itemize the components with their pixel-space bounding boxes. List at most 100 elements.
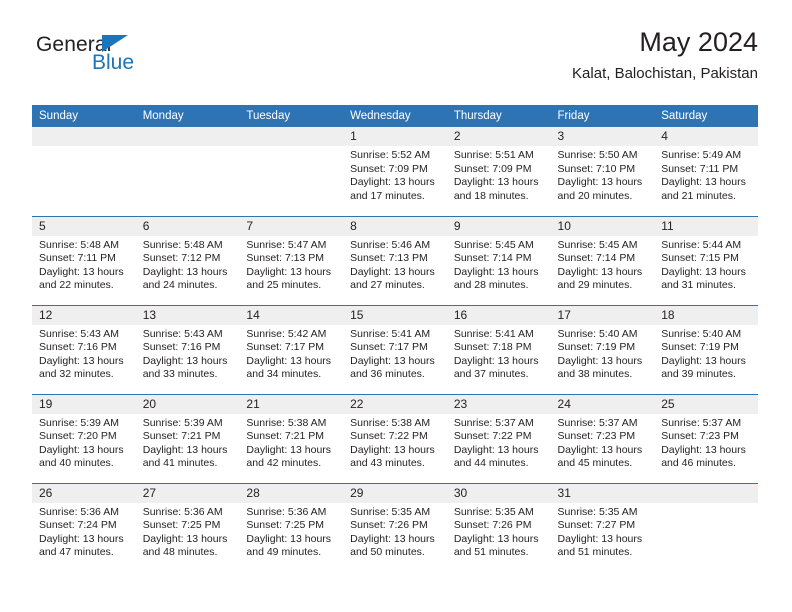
day-cell-inner: 20 Sunrise: 5:39 AM Sunset: 7:21 PM Dayligh… [135,394,240,483]
calendar-day-cell[interactable]: 19 Sunrise: 5:39 AM Sunset: 7:20 PM Dayligh… [32,393,136,483]
calendar-day-cell[interactable]: 25 Sunrise: 5:37 AM Sunset: 7:23 PM Dayligh… [654,393,758,483]
calendar-week-row: 26 Sunrise: 5:36 AM Sunset: 7:24 PM Dayligh… [32,482,758,573]
day-number: 5 [32,216,136,236]
weekday-header-monday: Monday [135,105,240,127]
daylight-text-line1: Daylight: 13 hours [350,443,435,456]
daylight-text-line2: and 31 minutes. [661,279,736,292]
daylight-text-line1: Daylight: 13 hours [453,265,539,278]
general-blue-logo[interactable]: General Blue [32,34,252,90]
calendar-day-cell[interactable]: 18 Sunrise: 5:40 AM Sunset: 7:19 PM Dayligh… [654,304,758,394]
calendar-day-cell-empty [32,127,136,216]
day-number: 23 [446,394,551,414]
day-cell-inner: 10 Sunrise: 5:45 AM Sunset: 7:14 PM Dayligh… [550,216,655,305]
sunset-text: Sunset: 7:16 PM [142,341,221,354]
sunset-text: Sunset: 7:27 PM [557,519,636,532]
day-cell-inner: 5 Sunrise: 5:48 AM Sunset: 7:11 PM Daylight… [32,216,136,305]
day-number: 9 [446,216,551,236]
daylight-text-line2: and 42 minutes. [246,457,322,470]
sunrise-text: Sunrise: 5:35 AM [453,505,534,518]
sunrise-text: Sunrise: 5:45 AM [453,238,534,251]
calendar-day-cell[interactable]: 12 Sunrise: 5:43 AM Sunset: 7:16 PM Dayligh… [32,304,136,394]
daylight-text-line1: Daylight: 13 hours [39,532,124,545]
calendar-day-cell[interactable]: 9 Sunrise: 5:45 AM Sunset: 7:14 PM Daylight… [446,215,551,305]
calendar-day-cell[interactable]: 24 Sunrise: 5:37 AM Sunset: 7:23 PM Dayligh… [550,393,655,483]
calendar-day-cell[interactable]: 29 Sunrise: 5:35 AM Sunset: 7:26 PM Dayligh… [343,482,447,572]
calendar-day-cell[interactable]: 8 Sunrise: 5:46 AM Sunset: 7:13 PM Daylight… [343,215,447,305]
calendar-week-row: 5 Sunrise: 5:48 AM Sunset: 7:11 PM Daylight… [32,215,758,305]
day-number: 18 [654,305,758,325]
day-details: Sunrise: 5:43 AM Sunset: 7:16 PM Daylight:… [32,325,136,382]
weekday-header-tuesday: Tuesday [239,105,344,127]
calendar-day-cell[interactable]: 2 Sunrise: 5:51 AM Sunset: 7:09 PM Daylight… [446,127,551,216]
daylight-text-line2: and 43 minutes. [350,457,425,470]
sunset-text: Sunset: 7:13 PM [246,252,325,265]
calendar-day-cell[interactable]: 14 Sunrise: 5:42 AM Sunset: 7:17 PM Dayligh… [239,304,344,394]
calendar-day-cell[interactable]: 7 Sunrise: 5:47 AM Sunset: 7:13 PM Daylight… [239,215,344,305]
sunset-text: Sunset: 7:18 PM [453,341,532,354]
calendar-day-cell[interactable]: 17 Sunrise: 5:40 AM Sunset: 7:19 PM Dayligh… [550,304,655,394]
calendar-day-cell[interactable]: 31 Sunrise: 5:35 AM Sunset: 7:27 PM Dayligh… [550,482,655,572]
daylight-text-line1: Daylight: 13 hours [661,265,746,278]
calendar-day-cell[interactable]: 22 Sunrise: 5:38 AM Sunset: 7:22 PM Dayligh… [343,393,447,483]
sunset-text: Sunset: 7:26 PM [350,519,428,532]
calendar-day-cell[interactable]: 4 Sunrise: 5:49 AM Sunset: 7:11 PM Daylight… [654,127,758,216]
day-details: Sunrise: 5:36 AM Sunset: 7:24 PM Daylight:… [32,503,136,560]
day-number: 26 [32,483,136,503]
day-details: Sunrise: 5:40 AM Sunset: 7:19 PM Daylight:… [654,325,758,382]
daylight-text-line1: Daylight: 13 hours [453,354,539,367]
weekday-header-wednesday: Wednesday [343,105,447,127]
day-details: Sunrise: 5:35 AM Sunset: 7:26 PM Daylight:… [343,503,447,560]
calendar-day-cell[interactable]: 23 Sunrise: 5:37 AM Sunset: 7:22 PM Dayligh… [446,393,551,483]
calendar-day-cell[interactable]: 27 Sunrise: 5:36 AM Sunset: 7:25 PM Dayligh… [135,482,240,572]
day-number: 12 [32,305,136,325]
day-details: Sunrise: 5:45 AM Sunset: 7:14 PM Daylight:… [551,236,655,293]
calendar-day-cell[interactable]: 28 Sunrise: 5:36 AM Sunset: 7:25 PM Dayligh… [239,482,344,572]
calendar-week-row: 19 Sunrise: 5:39 AM Sunset: 7:20 PM Dayligh… [32,393,758,483]
day-number: 6 [135,216,240,236]
calendar-day-cell[interactable]: 1 Sunrise: 5:52 AM Sunset: 7:09 PM Daylight… [343,127,447,216]
calendar-day-cell[interactable]: 6 Sunrise: 5:48 AM Sunset: 7:12 PM Daylight… [135,215,240,305]
calendar-day-cell[interactable]: 16 Sunrise: 5:41 AM Sunset: 7:18 PM Dayligh… [446,304,551,394]
day-cell-inner: 30 Sunrise: 5:35 AM Sunset: 7:26 PM Dayligh… [446,483,551,573]
day-details: Sunrise: 5:35 AM Sunset: 7:26 PM Daylight:… [447,503,551,560]
day-number [654,483,758,503]
sunset-text: Sunset: 7:22 PM [453,430,532,443]
day-number: 21 [239,394,344,414]
daylight-text-line1: Daylight: 13 hours [39,354,124,367]
day-cell-inner: 19 Sunrise: 5:39 AM Sunset: 7:20 PM Dayligh… [32,394,136,483]
calendar-day-cell[interactable]: 13 Sunrise: 5:43 AM Sunset: 7:16 PM Dayligh… [135,304,240,394]
weekday-header-saturday: Saturday [654,105,758,127]
daylight-text-line2: and 47 minutes. [39,546,114,559]
sunset-text: Sunset: 7:17 PM [350,341,428,354]
sunset-text: Sunset: 7:09 PM [350,162,428,175]
sunrise-text: Sunrise: 5:47 AM [246,238,327,251]
weekday-header-sunday: Sunday [32,105,136,127]
day-cell-inner: 7 Sunrise: 5:47 AM Sunset: 7:13 PM Daylight… [239,216,344,305]
calendar-day-cell[interactable]: 3 Sunrise: 5:50 AM Sunset: 7:10 PM Daylight… [550,127,655,216]
sunrise-text: Sunrise: 5:48 AM [39,238,119,251]
sunrise-text: Sunrise: 5:36 AM [39,505,119,518]
calendar-day-cell[interactable]: 30 Sunrise: 5:35 AM Sunset: 7:26 PM Dayligh… [446,482,551,573]
calendar-day-cell[interactable]: 26 Sunrise: 5:36 AM Sunset: 7:24 PM Dayligh… [32,482,136,572]
day-number [32,127,136,146]
sunset-text: Sunset: 7:11 PM [39,252,116,265]
sunrise-text: Sunrise: 5:36 AM [142,505,223,518]
calendar-day-cell[interactable]: 21 Sunrise: 5:38 AM Sunset: 7:21 PM Dayligh… [239,393,344,483]
daylight-text-line1: Daylight: 13 hours [246,265,332,278]
sunset-text: Sunset: 7:25 PM [142,519,221,532]
sunrise-text: Sunrise: 5:37 AM [661,416,742,429]
day-details: Sunrise: 5:48 AM Sunset: 7:11 PM Daylight:… [32,236,136,293]
calendar-day-cell[interactable]: 20 Sunrise: 5:39 AM Sunset: 7:21 PM Dayligh… [135,393,240,483]
daylight-text-line1: Daylight: 13 hours [142,265,228,278]
sunrise-text: Sunrise: 5:40 AM [557,327,638,340]
calendar-day-cell[interactable]: 10 Sunrise: 5:45 AM Sunset: 7:14 PM Dayligh… [550,215,655,305]
calendar-day-cell[interactable]: 11 Sunrise: 5:44 AM Sunset: 7:15 PM Dayligh… [654,215,758,305]
calendar-day-cell[interactable]: 15 Sunrise: 5:41 AM Sunset: 7:17 PM Dayligh… [343,304,447,394]
calendar-day-cell[interactable]: 5 Sunrise: 5:48 AM Sunset: 7:11 PM Daylight… [32,215,136,305]
day-details: Sunrise: 5:47 AM Sunset: 7:13 PM Daylight:… [239,236,343,293]
day-number: 4 [654,127,758,146]
sunrise-text: Sunrise: 5:41 AM [453,327,534,340]
day-cell-inner: 17 Sunrise: 5:40 AM Sunset: 7:19 PM Dayligh… [550,305,655,394]
sunrise-text: Sunrise: 5:52 AM [350,149,431,161]
day-details: Sunrise: 5:38 AM Sunset: 7:21 PM Daylight:… [239,414,343,471]
